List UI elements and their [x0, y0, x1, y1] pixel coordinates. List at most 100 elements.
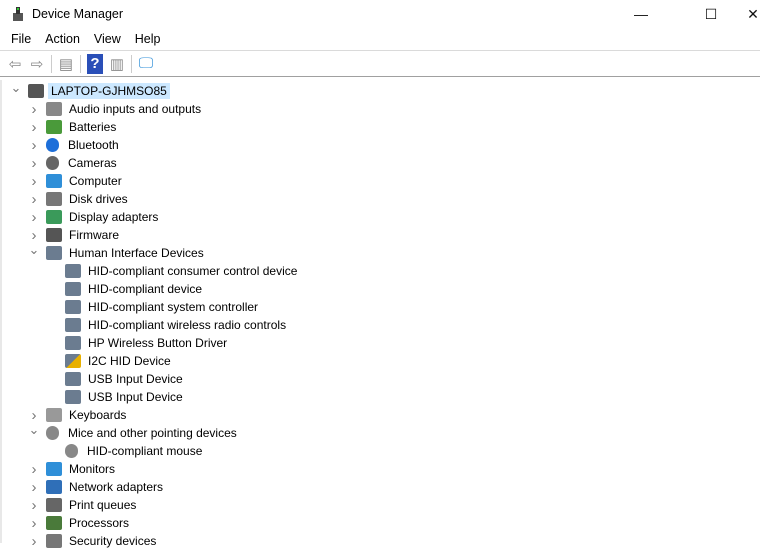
- security-icon: [46, 534, 62, 548]
- chevron-right-icon[interactable]: ›: [28, 209, 40, 226]
- tree-item[interactable]: ⌄ Human Interface Devices: [28, 242, 207, 262]
- menu-action[interactable]: Action: [38, 32, 87, 46]
- mouse-icon: [65, 444, 78, 458]
- tree-item[interactable]: › Batteries: [28, 118, 119, 136]
- tree-item-label: HID-compliant consumer control device: [88, 264, 298, 278]
- printer-icon: [46, 498, 62, 512]
- help-icon[interactable]: ?: [87, 53, 103, 74]
- chevron-right-icon[interactable]: ›: [28, 173, 40, 190]
- toolbar-separator: [51, 54, 52, 73]
- menu-bar: File Action View Help: [0, 28, 760, 51]
- forward-arrow-icon[interactable]: ⇨: [26, 54, 48, 74]
- tree-item-label: Human Interface Devices: [69, 246, 204, 260]
- tree-item-label: Network adapters: [69, 480, 164, 494]
- tree-item[interactable]: › Cameras: [28, 154, 120, 172]
- tree-item-label: Display adapters: [69, 210, 159, 224]
- tree-item-label: HID-compliant mouse: [87, 444, 203, 458]
- tree-item[interactable]: › Firmware: [28, 226, 122, 244]
- tree-item-label: HP Wireless Button Driver: [88, 336, 228, 350]
- tree-item[interactable]: › Display adapters: [28, 208, 161, 226]
- bluetooth-icon: [46, 138, 59, 152]
- tree-item[interactable]: I2C HID Device: [65, 352, 174, 370]
- tree-item-label: Cameras: [68, 156, 117, 170]
- tree-item[interactable]: HID-compliant system controller: [65, 298, 261, 316]
- tree-item-label: HID-compliant system controller: [88, 300, 259, 314]
- chevron-right-icon[interactable]: ›: [28, 407, 40, 424]
- back-arrow-icon[interactable]: ⇦: [4, 54, 26, 74]
- properties-icon[interactable]: ▤: [55, 54, 77, 74]
- tree-item[interactable]: › Audio inputs and outputs: [28, 100, 204, 118]
- tree-item[interactable]: USB Input Device: [65, 388, 186, 406]
- chevron-right-icon[interactable]: ›: [28, 119, 40, 136]
- hid-icon: [65, 264, 81, 278]
- maximize-button[interactable]: ☐: [688, 0, 734, 28]
- chevron-right-icon[interactable]: ›: [28, 191, 40, 208]
- tree-item[interactable]: › Security devices: [28, 532, 159, 550]
- tree-item[interactable]: HID-compliant wireless radio controls: [65, 316, 289, 334]
- tree-item-label: Audio inputs and outputs: [69, 102, 202, 116]
- chevron-right-icon[interactable]: ›: [28, 533, 40, 550]
- tree-item-label: Security devices: [69, 534, 157, 548]
- mouse-icon: [46, 426, 59, 440]
- chevron-down-icon[interactable]: ⌄: [10, 80, 22, 96]
- tree-item-label: HID-compliant device: [88, 282, 203, 296]
- tree-item[interactable]: HID-compliant device: [65, 280, 205, 298]
- chevron-right-icon[interactable]: ›: [28, 479, 40, 496]
- device-manager-icon: [10, 6, 26, 22]
- chevron-right-icon[interactable]: ›: [28, 227, 40, 244]
- tree-item[interactable]: ⌄ Mice and other pointing devices: [28, 422, 240, 442]
- camera-icon: [46, 156, 59, 170]
- tree-item-label: USB Input Device: [88, 390, 183, 404]
- tree-item[interactable]: › Keyboards: [28, 406, 129, 424]
- title-bar: Device Manager — ☐ ✕: [0, 0, 760, 28]
- network-icon: [46, 480, 62, 494]
- tree-item[interactable]: › Computer: [28, 172, 125, 190]
- chevron-right-icon[interactable]: ›: [28, 101, 40, 118]
- tree-item[interactable]: › Monitors: [28, 460, 118, 478]
- menu-view[interactable]: View: [87, 32, 128, 46]
- tree-item-label: Processors: [69, 516, 130, 530]
- chevron-down-icon[interactable]: ⌄: [28, 242, 40, 258]
- tree-item[interactable]: HP Wireless Button Driver: [65, 334, 230, 352]
- window-title: Device Manager: [32, 7, 124, 21]
- monitor-icon: [46, 174, 62, 188]
- menu-help[interactable]: Help: [128, 32, 168, 46]
- display-adapter-icon: [46, 210, 62, 224]
- processor-icon: [46, 516, 62, 530]
- tree-item[interactable]: HID-compliant consumer control device: [65, 262, 300, 280]
- hid-icon: [65, 390, 81, 404]
- chevron-down-icon[interactable]: ⌄: [28, 422, 40, 438]
- tree-item-label: Firmware: [69, 228, 119, 242]
- close-button[interactable]: ✕: [730, 0, 760, 28]
- hid-icon: [46, 246, 62, 260]
- tree-item[interactable]: › Bluetooth: [28, 136, 122, 154]
- chevron-right-icon[interactable]: ›: [28, 137, 40, 154]
- tree-item[interactable]: › Processors: [28, 514, 132, 532]
- tree-item-label: Bluetooth: [68, 138, 119, 152]
- speaker-icon: [46, 102, 62, 116]
- minimize-button[interactable]: —: [618, 0, 664, 28]
- tree-item-label: Batteries: [69, 120, 117, 134]
- menu-file[interactable]: File: [4, 32, 38, 46]
- chevron-right-icon[interactable]: ›: [28, 515, 40, 532]
- tree-item-label: I2C HID Device: [88, 354, 171, 368]
- toolbar: ⇦ ⇨ ▤? ▥ 🖵: [0, 51, 760, 77]
- tree-item[interactable]: ⌄ LAPTOP-GJHMSO85: [10, 80, 170, 100]
- scan-hardware-icon[interactable]: 🖵: [135, 54, 157, 74]
- toolbar-separator: [80, 54, 81, 73]
- battery-icon: [46, 120, 62, 134]
- chevron-right-icon[interactable]: ›: [28, 497, 40, 514]
- tree-item[interactable]: › Disk drives: [28, 190, 131, 208]
- tree-item[interactable]: › Network adapters: [28, 478, 166, 496]
- chevron-right-icon[interactable]: ›: [28, 461, 40, 478]
- firmware-icon: [46, 228, 62, 242]
- tree-item-label: Mice and other pointing devices: [68, 426, 237, 440]
- tree-item[interactable]: HID-compliant mouse: [65, 442, 205, 460]
- device-tree[interactable]: ⌄ LAPTOP-GJHMSO85 › Audio inputs and output…: [0, 80, 760, 550]
- tree-item[interactable]: USB Input Device: [65, 370, 186, 388]
- tree-item-label: HID-compliant wireless radio controls: [88, 318, 287, 332]
- update-driver-icon[interactable]: ▥: [106, 54, 128, 74]
- chevron-right-icon[interactable]: ›: [28, 155, 40, 172]
- tree-item[interactable]: › Print queues: [28, 496, 139, 514]
- toolbar-separator: [131, 54, 132, 73]
